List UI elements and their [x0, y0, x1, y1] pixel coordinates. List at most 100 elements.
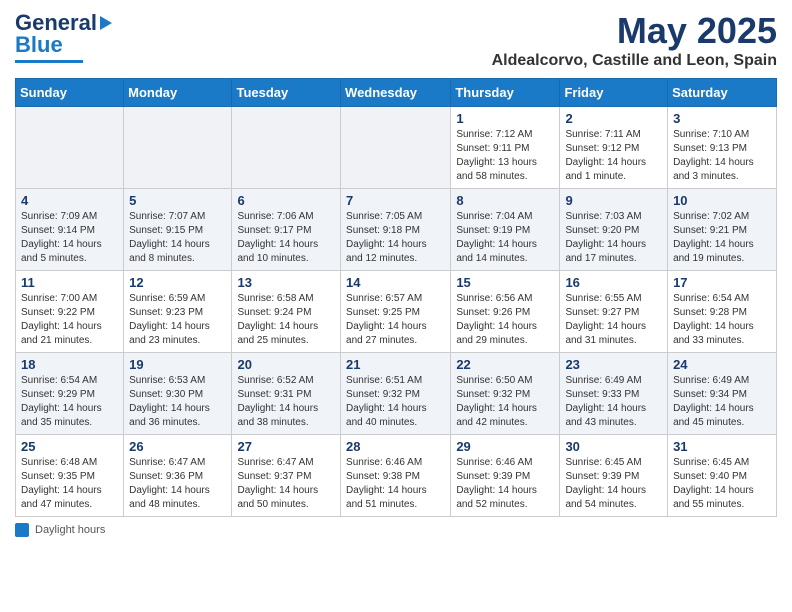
- calendar-cell: 13 Sunrise: 6:58 AM Sunset: 9:24 PM Dayli…: [232, 271, 341, 353]
- day-info: Sunrise: 7:09 AM Sunset: 9:14 PM Dayligh…: [21, 210, 118, 266]
- day-number: 17: [673, 275, 771, 290]
- day-info: Sunrise: 6:45 AM Sunset: 9:39 PM Dayligh…: [565, 456, 662, 512]
- calendar-cell: 18 Sunrise: 6:54 AM Sunset: 9:29 PM Dayli…: [16, 353, 124, 435]
- day-number: 6: [237, 193, 335, 208]
- day-info: Sunrise: 6:54 AM Sunset: 9:28 PM Dayligh…: [673, 292, 771, 348]
- day-number: 24: [673, 357, 771, 372]
- day-number: 13: [237, 275, 335, 290]
- calendar-cell: 22 Sunrise: 6:50 AM Sunset: 9:32 PM Dayli…: [451, 353, 560, 435]
- day-info: Sunrise: 6:55 AM Sunset: 9:27 PM Dayligh…: [565, 292, 662, 348]
- day-info: Sunrise: 6:49 AM Sunset: 9:34 PM Dayligh…: [673, 374, 771, 430]
- day-number: 14: [346, 275, 445, 290]
- day-info: Sunrise: 6:52 AM Sunset: 9:31 PM Dayligh…: [237, 374, 335, 430]
- calendar-cell: [124, 107, 232, 189]
- day-info: Sunrise: 6:50 AM Sunset: 9:32 PM Dayligh…: [456, 374, 554, 430]
- logo: General Blue: [15, 10, 112, 63]
- day-number: 11: [21, 275, 118, 290]
- day-info: Sunrise: 6:49 AM Sunset: 9:33 PM Dayligh…: [565, 374, 662, 430]
- calendar-cell: 28Sunrise: 6:46 AM Sunset: 9:38 PM Dayli…: [341, 435, 451, 517]
- calendar-week-row: 11 Sunrise: 7:00 AM Sunset: 9:22 PM Dayli…: [16, 271, 777, 353]
- calendar-cell: 30 Sunrise: 6:45 AM Sunset: 9:39 PM Dayli…: [560, 435, 668, 517]
- day-info: Sunrise: 6:54 AM Sunset: 9:29 PM Dayligh…: [21, 374, 118, 430]
- header: General Blue May 2025 Aldealcorvo, Casti…: [15, 10, 777, 70]
- calendar-week-row: 4 Sunrise: 7:09 AM Sunset: 9:14 PM Daylig…: [16, 189, 777, 271]
- page-subtitle: Aldealcorvo, Castille and Leon, Spain: [492, 52, 777, 70]
- day-info: Sunrise: 7:03 AM Sunset: 9:20 PM Dayligh…: [565, 210, 662, 266]
- calendar-week-row: 1 Sunrise: 7:12 AM Sunset: 9:11 PM Daylig…: [16, 107, 777, 189]
- day-info: Sunrise: 6:47 AM Sunset: 9:37 PM Dayligh…: [237, 456, 335, 512]
- calendar-week-row: 18 Sunrise: 6:54 AM Sunset: 9:29 PM Dayli…: [16, 353, 777, 435]
- weekday-header: Saturday: [668, 79, 777, 107]
- day-info: Sunrise: 6:45 AM Sunset: 9:40 PM Dayligh…: [673, 456, 771, 512]
- page-title: May 2025: [492, 10, 777, 52]
- calendar-cell: [232, 107, 341, 189]
- calendar-cell: 25Sunrise: 6:48 AM Sunset: 9:35 PM Dayli…: [16, 435, 124, 517]
- day-info: Sunrise: 7:11 AM Sunset: 9:12 PM Dayligh…: [565, 128, 662, 184]
- calendar-cell: 14Sunrise: 6:57 AM Sunset: 9:25 PM Dayli…: [341, 271, 451, 353]
- logo-arrow-icon: [100, 16, 112, 30]
- day-number: 12: [129, 275, 226, 290]
- calendar-cell: 7 Sunrise: 7:05 AM Sunset: 9:18 PM Daylig…: [341, 189, 451, 271]
- day-number: 30: [565, 439, 662, 454]
- day-number: 19: [129, 357, 226, 372]
- day-number: 22: [456, 357, 554, 372]
- day-number: 16: [565, 275, 662, 290]
- weekday-header: Wednesday: [341, 79, 451, 107]
- day-number: 2: [565, 111, 662, 126]
- calendar-cell: 31 Sunrise: 6:45 AM Sunset: 9:40 PM Dayli…: [668, 435, 777, 517]
- calendar-cell: 10 Sunrise: 7:02 AM Sunset: 9:21 PM Dayli…: [668, 189, 777, 271]
- calendar-table: SundayMondayTuesdayWednesdayThursdayFrid…: [15, 78, 777, 517]
- calendar-cell: 15Sunrise: 6:56 AM Sunset: 9:26 PM Dayli…: [451, 271, 560, 353]
- weekday-header: Monday: [124, 79, 232, 107]
- calendar-cell: 26Sunrise: 6:47 AM Sunset: 9:36 PM Dayli…: [124, 435, 232, 517]
- calendar-cell: 12 Sunrise: 6:59 AM Sunset: 9:23 PM Dayli…: [124, 271, 232, 353]
- day-info: Sunrise: 7:12 AM Sunset: 9:11 PM Dayligh…: [456, 128, 554, 184]
- calendar-cell: 24 Sunrise: 6:49 AM Sunset: 9:34 PM Dayli…: [668, 353, 777, 435]
- calendar-cell: 6Sunrise: 7:06 AM Sunset: 9:17 PM Daylig…: [232, 189, 341, 271]
- day-number: 7: [346, 193, 445, 208]
- calendar-cell: 17 Sunrise: 6:54 AM Sunset: 9:28 PM Dayli…: [668, 271, 777, 353]
- day-info: Sunrise: 7:04 AM Sunset: 9:19 PM Dayligh…: [456, 210, 554, 266]
- calendar-cell: 4 Sunrise: 7:09 AM Sunset: 9:14 PM Daylig…: [16, 189, 124, 271]
- day-number: 18: [21, 357, 118, 372]
- calendar-cell: [341, 107, 451, 189]
- calendar-cell: 20Sunrise: 6:52 AM Sunset: 9:31 PM Dayli…: [232, 353, 341, 435]
- day-number: 5: [129, 193, 226, 208]
- day-number: 31: [673, 439, 771, 454]
- title-area: May 2025 Aldealcorvo, Castille and Leon,…: [492, 10, 777, 70]
- day-number: 10: [673, 193, 771, 208]
- weekday-header: Friday: [560, 79, 668, 107]
- day-number: 29: [456, 439, 554, 454]
- calendar-cell: 9Sunrise: 7:03 AM Sunset: 9:20 PM Daylig…: [560, 189, 668, 271]
- calendar-cell: 3 Sunrise: 7:10 AM Sunset: 9:13 PM Daylig…: [668, 107, 777, 189]
- day-info: Sunrise: 6:46 AM Sunset: 9:39 PM Dayligh…: [456, 456, 554, 512]
- day-info: Sunrise: 6:58 AM Sunset: 9:24 PM Dayligh…: [237, 292, 335, 348]
- day-number: 4: [21, 193, 118, 208]
- calendar-cell: 19 Sunrise: 6:53 AM Sunset: 9:30 PM Dayli…: [124, 353, 232, 435]
- calendar-header-row: SundayMondayTuesdayWednesdayThursdayFrid…: [16, 79, 777, 107]
- day-number: 25: [21, 439, 118, 454]
- day-number: 26: [129, 439, 226, 454]
- calendar-week-row: 25Sunrise: 6:48 AM Sunset: 9:35 PM Dayli…: [16, 435, 777, 517]
- calendar-cell: 29 Sunrise: 6:46 AM Sunset: 9:39 PM Dayli…: [451, 435, 560, 517]
- day-number: 3: [673, 111, 771, 126]
- calendar-cell: 21Sunrise: 6:51 AM Sunset: 9:32 PM Dayli…: [341, 353, 451, 435]
- logo-underline: [15, 60, 83, 63]
- day-info: Sunrise: 7:05 AM Sunset: 9:18 PM Dayligh…: [346, 210, 445, 266]
- calendar-cell: 2 Sunrise: 7:11 AM Sunset: 9:12 PM Daylig…: [560, 107, 668, 189]
- day-info: Sunrise: 7:07 AM Sunset: 9:15 PM Dayligh…: [129, 210, 226, 266]
- day-info: Sunrise: 7:00 AM Sunset: 9:22 PM Dayligh…: [21, 292, 118, 348]
- day-number: 23: [565, 357, 662, 372]
- day-number: 21: [346, 357, 445, 372]
- calendar-cell: 8Sunrise: 7:04 AM Sunset: 9:19 PM Daylig…: [451, 189, 560, 271]
- legend-label: Daylight hours: [35, 524, 105, 536]
- day-number: 1: [456, 111, 554, 126]
- day-info: Sunrise: 6:53 AM Sunset: 9:30 PM Dayligh…: [129, 374, 226, 430]
- logo-blue: Blue: [15, 32, 63, 58]
- day-number: 27: [237, 439, 335, 454]
- calendar-cell: 1 Sunrise: 7:12 AM Sunset: 9:11 PM Daylig…: [451, 107, 560, 189]
- day-info: Sunrise: 6:59 AM Sunset: 9:23 PM Dayligh…: [129, 292, 226, 348]
- weekday-header: Tuesday: [232, 79, 341, 107]
- day-info: Sunrise: 7:02 AM Sunset: 9:21 PM Dayligh…: [673, 210, 771, 266]
- day-info: Sunrise: 7:10 AM Sunset: 9:13 PM Dayligh…: [673, 128, 771, 184]
